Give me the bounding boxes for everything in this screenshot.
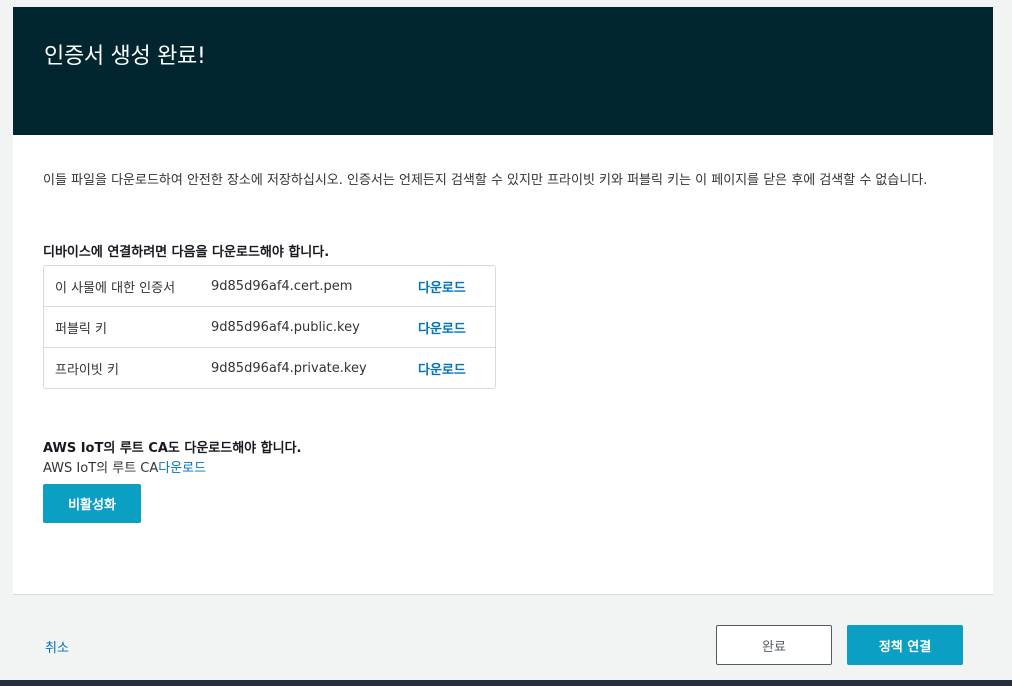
attach-policy-button[interactable]: 정책 연결 (847, 625, 963, 665)
download-private-key-link[interactable]: 다운로드 (418, 359, 466, 378)
certificate-files-table: 이 사물에 대한 인증서 9d85d96af4.cert.pem 다운로드 퍼블… (43, 265, 496, 389)
taskbar-edge (0, 680, 1012, 686)
cancel-link[interactable]: 취소 (45, 637, 69, 656)
modal-header: 인증서 생성 완료! (13, 7, 993, 135)
deactivate-button[interactable]: 비활성화 (43, 484, 141, 523)
file-row-public-key: 퍼블릭 키 9d85d96af4.public.key 다운로드 (44, 306, 495, 347)
intro-text: 이들 파일을 다운로드하여 안전한 장소에 저장하십시오. 인증서는 언제든지 … (43, 173, 928, 188)
file-row-private-key: 프라이빗 키 9d85d96af4.private.key 다운로드 (44, 347, 495, 388)
modal-footer: 취소 완료 정책 연결 (13, 594, 993, 681)
certificate-created-modal: 인증서 생성 완료! 이들 파일을 다운로드하여 안전한 장소에 저장하십시오.… (13, 7, 993, 681)
download-certificate-link[interactable]: 다운로드 (418, 277, 466, 296)
page-title: 인증서 생성 완료! (44, 44, 206, 69)
download-heading: 디바이스에 연결하려면 다음을 다운로드해야 합니다. (43, 245, 330, 260)
done-button[interactable]: 완료 (716, 625, 832, 665)
file-name: 9d85d96af4.private.key (211, 360, 367, 376)
file-label: 퍼블릭 키 (55, 321, 107, 337)
root-ca-line: AWS IoT의 루트 CA다운로드 (43, 457, 206, 476)
file-name: 9d85d96af4.public.key (211, 319, 360, 335)
file-name: 9d85d96af4.cert.pem (211, 278, 353, 294)
download-public-key-link[interactable]: 다운로드 (418, 318, 466, 337)
file-label: 이 사물에 대한 인증서 (55, 280, 176, 296)
file-label: 프라이빗 키 (55, 362, 119, 378)
root-ca-text: AWS IoT의 루트 CA (43, 461, 159, 476)
root-ca-heading: AWS IoT의 루트 CA도 다운로드해야 합니다. (43, 441, 302, 456)
download-root-ca-link[interactable]: 다운로드 (158, 461, 206, 476)
file-row-certificate: 이 사물에 대한 인증서 9d85d96af4.cert.pem 다운로드 (44, 266, 495, 306)
